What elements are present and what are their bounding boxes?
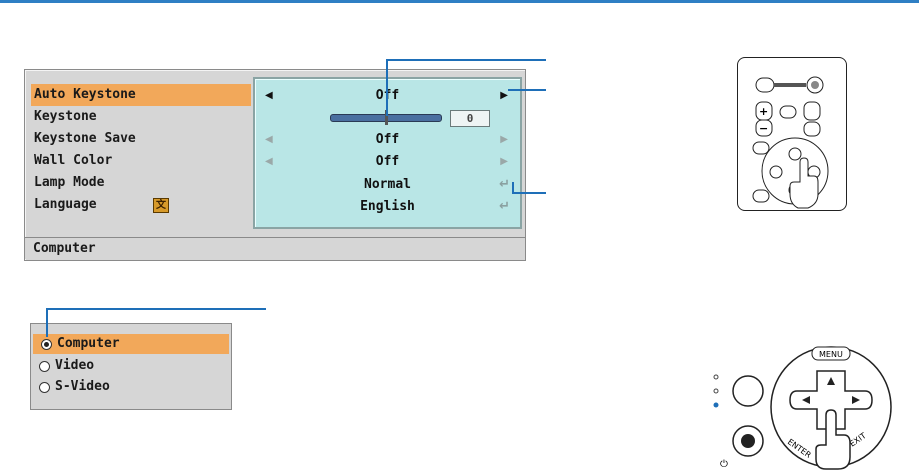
callout-line	[386, 59, 388, 116]
projector-control-panel: ⏻ MENU ENTER EXIT	[700, 335, 910, 474]
callout-line	[386, 59, 546, 61]
svg-text:+: +	[759, 105, 768, 118]
menu-item-keystone-save[interactable]: Keystone Save	[31, 128, 251, 150]
menu-item-label: Keystone	[34, 109, 97, 124]
menu-item-lamp-mode[interactable]: Lamp Mode	[31, 172, 251, 194]
callout-line	[508, 89, 546, 91]
menu-item-language[interactable]: Language 文	[31, 194, 251, 216]
enter-icon: ↵	[499, 199, 510, 214]
value-row-auto-keystone[interactable]: ◀ Off ▶	[255, 85, 520, 107]
value-wall-color: Off	[375, 154, 400, 169]
left-arrow-icon[interactable]: ◀	[265, 85, 273, 107]
left-arrow-icon: ◀	[265, 134, 273, 145]
value-row-lamp-mode[interactable]: Normal ↵	[255, 174, 520, 196]
right-arrow-icon: ▶	[500, 134, 508, 145]
remote-control: + −	[737, 57, 847, 211]
remote-illustration: + −	[752, 76, 829, 209]
callout-line	[46, 308, 266, 310]
svg-text:⏻: ⏻	[720, 459, 728, 470]
value-language: English	[360, 199, 415, 214]
menu-button-label: MENU	[819, 350, 843, 359]
osd-menu: Auto Keystone Keystone Keystone Save Wal…	[24, 69, 526, 261]
value-lamp-mode: Normal	[364, 177, 411, 192]
value-row-keystone-save[interactable]: ◀ Off ▶	[255, 129, 520, 151]
radio-button[interactable]	[39, 361, 50, 372]
svg-text:−: −	[759, 122, 768, 135]
source-item-computer[interactable]: Computer	[33, 334, 229, 354]
callout-line	[512, 182, 514, 193]
menu-item-auto-keystone[interactable]: Auto Keystone	[31, 84, 251, 106]
right-arrow-icon: ▶	[500, 156, 508, 167]
enter-icon: ↵	[499, 177, 510, 192]
source-label: Computer	[57, 336, 120, 351]
radio-button[interactable]	[39, 382, 50, 393]
source-label: S-Video	[55, 379, 110, 394]
menu-item-label: Auto Keystone	[34, 87, 136, 102]
source-item-video[interactable]: Video	[31, 356, 231, 376]
source-menu: Computer Video S-Video	[30, 323, 232, 410]
status-bar: Computer	[25, 237, 525, 259]
language-icon: 文	[153, 198, 169, 213]
menu-item-wall-color[interactable]: Wall Color	[31, 150, 251, 172]
value-row-keystone[interactable]: 0	[255, 107, 520, 129]
right-arrow-icon[interactable]: ▶	[500, 85, 508, 107]
callout-line	[512, 192, 546, 194]
menu-item-keystone[interactable]: Keystone	[31, 106, 251, 128]
value-keystone-save: Off	[375, 132, 400, 147]
menu-item-label: Keystone Save	[34, 131, 136, 146]
radio-button[interactable]	[41, 339, 52, 350]
value-row-wall-color[interactable]: ◀ Off ▶	[255, 151, 520, 173]
top-accent-bar	[0, 0, 919, 3]
menu-item-label: Lamp Mode	[34, 175, 105, 190]
menu-item-label: Wall Color	[34, 153, 113, 168]
menu-list: Auto Keystone Keystone Keystone Save Wal…	[31, 84, 251, 216]
value-panel: ◀ Off ▶ 0 ◀ Off ▶ ◀ Off ▶ Normal ↵ Engli…	[253, 77, 522, 229]
keystone-value-box: 0	[450, 110, 490, 127]
menu-item-label: Language	[34, 197, 97, 212]
left-arrow-icon: ◀	[265, 156, 273, 167]
callout-line	[46, 308, 48, 337]
control-panel-illustration: ⏻ MENU ENTER EXIT	[713, 346, 892, 470]
source-label: Video	[55, 358, 95, 373]
source-item-s-video[interactable]: S-Video	[31, 377, 231, 397]
value-row-language[interactable]: English ↵	[255, 196, 520, 218]
